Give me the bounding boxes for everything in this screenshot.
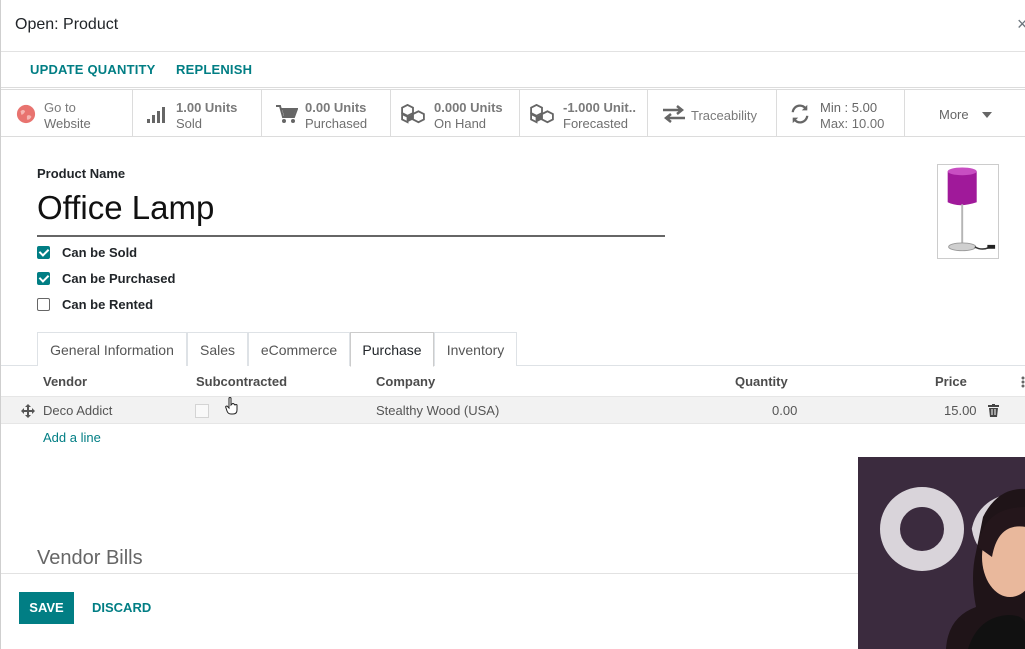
more-label: More [939, 107, 969, 122]
action-bar: UPDATE QUANTITY REPLENISH [1, 52, 1025, 88]
tab-general-information[interactable]: General Information [37, 332, 187, 366]
column-header-quantity[interactable]: Quantity [735, 374, 788, 389]
smart-button-line1: 1.00 Units [176, 100, 238, 115]
trash-icon[interactable] [988, 404, 999, 417]
smart-button-line2: Sold [176, 116, 203, 131]
smart-button-line2: Forecasted [563, 116, 629, 131]
smart-button-line1: Go to [44, 100, 76, 115]
close-icon[interactable]: × [1017, 14, 1025, 35]
product-dialog: Open: Product × UPDATE QUANTITY REPLENIS… [0, 0, 1025, 649]
vendor-table-header: Vendor Subcontracted Company Quantity Pr… [1, 366, 1025, 396]
units-sold-button[interactable]: 1.00 Units Sold [133, 90, 262, 137]
smart-button-line2: Purchased [305, 116, 368, 131]
traceability-button[interactable]: Traceability [648, 90, 777, 137]
column-header-company[interactable]: Company [376, 374, 435, 389]
checkbox-label: Can be Sold [62, 245, 138, 260]
vendor-bills-title: Vendor Bills [37, 547, 143, 569]
add-a-line-link[interactable]: Add a line [43, 430, 101, 445]
save-button[interactable]: SAVE [19, 592, 74, 624]
tab-sales[interactable]: Sales [187, 332, 248, 366]
drag-handle-icon[interactable] [21, 404, 35, 418]
column-header-price[interactable]: Price [935, 374, 967, 389]
refresh-icon [791, 104, 809, 124]
replenish-button[interactable]: REPLENISH [176, 62, 252, 77]
forecasted-button[interactable]: -1.000 Unit.. Forecasted [520, 90, 648, 137]
reorder-max: Max: 10.00 [820, 116, 885, 131]
tab-purchase[interactable]: Purchase [350, 332, 434, 367]
cubes-icon [530, 104, 554, 124]
cart-icon [276, 105, 298, 123]
bar-chart-icon [147, 107, 165, 123]
webcam-overlay [858, 457, 1025, 649]
price-cell[interactable]: 15.00 [944, 403, 977, 418]
dialog-title: Open: Product [15, 16, 119, 33]
cubes-icon [401, 104, 425, 124]
presenter-video [858, 457, 1025, 649]
checkbox-label: Can be Purchased [62, 271, 176, 286]
go-to-website-button[interactable]: Go to Website [1, 90, 133, 137]
product-name-label: Product Name [37, 166, 126, 181]
company-cell[interactable]: Stealthy Wood (USA) [376, 403, 499, 418]
lamp-image [947, 167, 996, 252]
dialog-header: Open: Product × [1, 0, 1025, 52]
smart-buttons-bar: Go to Website 1.00 Units Sold 0.00 Units [1, 89, 1025, 137]
tab-ecommerce[interactable]: eCommerce [248, 332, 350, 366]
vendor-cell[interactable]: Deco Addict [43, 403, 112, 418]
discard-button[interactable]: DISCARD [92, 600, 151, 615]
smart-button-line1: Traceability [691, 108, 757, 123]
checkbox[interactable] [37, 298, 50, 311]
column-header-vendor[interactable]: Vendor [43, 374, 87, 389]
checkbox-label: Can be Rented [62, 297, 154, 312]
checkbox[interactable] [37, 246, 50, 259]
reorder-min: Min : 5.00 [820, 100, 878, 115]
subcontracted-checkbox[interactable] [195, 404, 209, 418]
smart-button-line1: -1.000 Unit.. [563, 100, 636, 115]
on-hand-button[interactable]: 0.000 Units On Hand [391, 90, 520, 137]
units-purchased-button[interactable]: 0.00 Units Purchased [262, 90, 391, 137]
product-name-input[interactable]: Office Lamp [37, 189, 665, 237]
globe-icon [16, 104, 36, 124]
smart-button-line1: 0.000 Units [434, 100, 503, 115]
update-quantity-button[interactable]: UPDATE QUANTITY [30, 62, 156, 77]
column-header-subcontracted[interactable]: Subcontracted [196, 374, 287, 389]
product-image[interactable] [937, 164, 999, 259]
smart-button-line1: 0.00 Units [305, 100, 367, 115]
smart-button-line2: On Hand [434, 116, 487, 131]
caret-down-icon [982, 112, 992, 118]
checkbox[interactable] [37, 272, 50, 285]
exchange-icon [663, 105, 685, 123]
optional-columns-icon[interactable] [1021, 376, 1025, 388]
smart-button-line2: Website [44, 116, 91, 131]
table-row[interactable]: Deco Addict Stealthy Wood (USA) 0.00 15.… [1, 396, 1025, 424]
more-button[interactable]: More [905, 90, 1025, 137]
quantity-cell[interactable]: 0.00 [772, 403, 797, 418]
reordering-rules-button[interactable]: Min : 5.00 Max: 10.00 [777, 90, 905, 137]
tab-inventory[interactable]: Inventory [434, 332, 517, 366]
hand-cursor-icon [225, 397, 238, 415]
